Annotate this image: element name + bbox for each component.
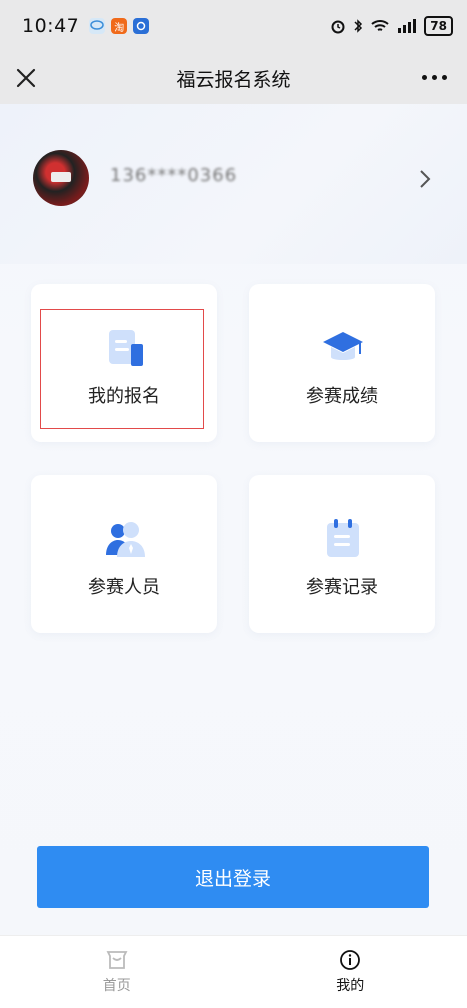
document-icon	[103, 326, 147, 370]
chat-bubble-icon	[89, 18, 105, 34]
people-icon	[103, 517, 147, 561]
card-label: 参赛人员	[31, 573, 217, 599]
chevron-right-icon[interactable]	[418, 168, 432, 190]
card-label: 参赛成绩	[249, 382, 435, 408]
calendar-note-icon	[321, 517, 365, 561]
card-label: 我的报名	[31, 382, 217, 408]
bottom-tab-bar: 首页 我的	[0, 935, 467, 1008]
page-title: 福云报名系统	[176, 65, 290, 92]
bluetooth-icon	[353, 18, 363, 34]
nav-bar: 福云报名系统	[0, 52, 467, 104]
participants-card[interactable]: 参赛人员	[31, 475, 217, 633]
tab-home[interactable]: 首页	[0, 936, 234, 1008]
competition-records-card[interactable]: 参赛记录	[249, 475, 435, 633]
status-right: 78	[330, 16, 453, 36]
status-app-icons: 淘	[89, 18, 149, 34]
close-icon[interactable]	[12, 64, 40, 92]
alarm-icon	[330, 18, 346, 34]
logout-button[interactable]: 退出登录	[37, 846, 429, 908]
tab-profile[interactable]: 我的	[234, 936, 467, 1008]
my-registration-card[interactable]: 我的报名	[31, 284, 217, 442]
battery-level: 78	[424, 16, 453, 36]
wifi-icon	[370, 18, 390, 34]
app-blue-icon	[133, 18, 149, 34]
status-bar: 10:47 淘 78	[0, 0, 467, 52]
taobao-icon: 淘	[111, 18, 127, 34]
signal-icon	[397, 19, 417, 33]
tab-label: 首页	[103, 975, 131, 995]
status-time: 10:47	[22, 15, 79, 37]
more-options-icon[interactable]	[422, 75, 447, 80]
competition-results-card[interactable]: 参赛成绩	[249, 284, 435, 442]
tab-label: 我的	[336, 975, 364, 995]
profile-info-icon	[339, 949, 361, 971]
user-phone: 136****0366	[110, 165, 237, 186]
card-label: 参赛记录	[249, 573, 435, 599]
home-icon	[104, 949, 130, 971]
avatar[interactable]	[33, 150, 89, 206]
graduation-cap-icon	[321, 326, 365, 370]
